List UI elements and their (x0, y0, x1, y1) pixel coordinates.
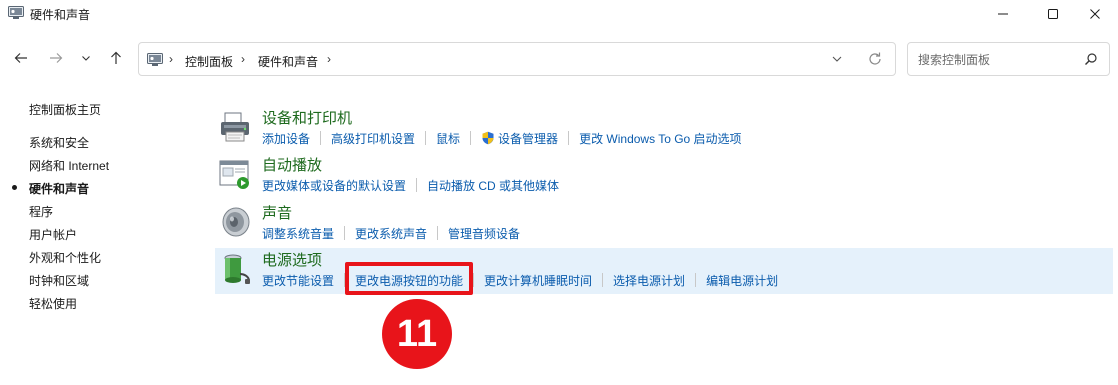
breadcrumb-separator[interactable]: › (169, 52, 173, 66)
sidebar-item-hardware-sound[interactable]: 硬件和声音 (29, 180, 89, 197)
category-links: 调整系统音量 更改系统声音 管理音频设备 (262, 225, 520, 241)
close-icon (1090, 9, 1100, 19)
breadcrumb-hardware-sound[interactable]: 硬件和声音 (258, 53, 318, 70)
category-sound: 声音 调整系统音量 更改系统声音 管理音频设备 (215, 201, 1113, 247)
sidebar-item-system-security[interactable]: 系统和安全 (29, 134, 89, 151)
forward-button[interactable] (44, 46, 68, 70)
chevron-down-icon[interactable] (831, 53, 843, 65)
link-adjust-volume[interactable]: 调整系统音量 (262, 225, 334, 242)
category-links: 更改媒体或设备的默认设置 自动播放 CD 或其他媒体 (262, 177, 559, 193)
link-divider (602, 273, 604, 287)
step-number-badge: 11 (382, 299, 452, 369)
arrow-left-icon (14, 53, 27, 63)
sidebar-item-network[interactable]: 网络和 Internet (29, 157, 109, 174)
arrow-right-icon (50, 53, 63, 63)
control-panel-icon (147, 53, 163, 66)
address-bar[interactable]: › 控制面板 › 硬件和声音 › (138, 42, 896, 76)
link-choose-power-plan[interactable]: 选择电源计划 (613, 272, 685, 289)
sidebar-item-ease-of-access[interactable]: 轻松使用 (29, 295, 77, 312)
sidebar-item-home[interactable]: 控制面板主页 (29, 101, 101, 118)
step-number: 11 (396, 312, 438, 355)
printer-icon (221, 112, 249, 142)
link-divider (568, 131, 570, 145)
link-divider (473, 273, 475, 287)
link-change-power-saving[interactable]: 更改节能设置 (262, 272, 334, 289)
maximize-button[interactable] (1030, 0, 1076, 28)
search-box[interactable] (907, 42, 1110, 76)
battery-icon (224, 254, 250, 284)
recent-locations-button[interactable] (74, 46, 98, 70)
link-manage-audio-devices[interactable]: 管理音频设备 (448, 225, 520, 242)
link-divider (425, 131, 427, 145)
link-divider (416, 178, 418, 192)
link-divider (470, 131, 472, 145)
refresh-icon[interactable] (867, 51, 883, 67)
control-panel-icon (8, 6, 24, 19)
category-links: 添加设备 高级打印机设置 鼠标 设备管理器 更改 Windows To Go 启… (262, 130, 742, 146)
category-autoplay: 自动播放 更改媒体或设备的默认设置 自动播放 CD 或其他媒体 (215, 153, 1113, 199)
link-autoplay-cd[interactable]: 自动播放 CD 或其他媒体 (427, 177, 559, 194)
link-divider (320, 131, 322, 145)
category-heading[interactable]: 自动播放 (262, 154, 322, 175)
link-divider (437, 226, 439, 240)
search-input[interactable] (918, 51, 1078, 69)
autoplay-icon (219, 160, 249, 189)
link-windows-to-go[interactable]: 更改 Windows To Go 启动选项 (579, 130, 741, 147)
breadcrumb-separator[interactable]: › (241, 52, 245, 66)
link-edit-power-plan[interactable]: 编辑电源计划 (706, 272, 778, 289)
up-button[interactable] (104, 46, 128, 70)
category-devices-printers: 设备和打印机 添加设备 高级打印机设置 鼠标 设备管理器 更改 Windows … (215, 106, 1113, 152)
sidebar-item-appearance[interactable]: 外观和个性化 (29, 249, 101, 266)
current-indicator-dot (12, 185, 17, 190)
minimize-button[interactable] (980, 0, 1026, 28)
sidebar-item-user-accounts[interactable]: 用户帐户 (29, 226, 77, 243)
close-button[interactable] (1072, 0, 1118, 28)
link-advanced-printer-setup[interactable]: 高级打印机设置 (331, 130, 415, 147)
title-bar: 硬件和声音 (0, 0, 1118, 28)
link-device-manager[interactable]: 设备管理器 (498, 130, 558, 147)
category-links: 更改节能设置 更改电源按钮的功能 更改计算机睡眠时间 选择电源计划 编辑电源计划 (262, 272, 778, 288)
breadcrumb-control-panel[interactable]: 控制面板 (185, 53, 233, 70)
link-change-system-sounds[interactable]: 更改系统声音 (355, 225, 427, 242)
sidebar-item-programs[interactable]: 程序 (29, 203, 53, 220)
back-button[interactable] (9, 46, 33, 70)
arrow-up-icon (111, 51, 121, 64)
sidebar-item-clock-region[interactable]: 时钟和区域 (29, 272, 89, 289)
chevron-down-icon (82, 56, 90, 61)
search-icon[interactable] (1084, 52, 1098, 66)
category-heading[interactable]: 电源选项 (262, 249, 322, 270)
link-change-sleep-time[interactable]: 更改计算机睡眠时间 (484, 272, 592, 289)
highlight-box (345, 262, 473, 295)
uac-shield-icon (482, 131, 494, 145)
link-change-media-defaults[interactable]: 更改媒体或设备的默认设置 (262, 177, 406, 194)
window-title: 硬件和声音 (30, 8, 91, 22)
minimize-icon (998, 13, 1008, 15)
maximize-icon (1048, 9, 1058, 19)
link-mouse[interactable]: 鼠标 (436, 130, 460, 147)
link-add-device[interactable]: 添加设备 (262, 130, 310, 147)
link-divider (344, 226, 346, 240)
link-divider (695, 273, 697, 287)
speaker-icon (222, 207, 250, 237)
category-heading[interactable]: 声音 (262, 202, 292, 223)
category-heading[interactable]: 设备和打印机 (262, 107, 352, 128)
breadcrumb-separator[interactable]: › (327, 52, 331, 66)
navigation-bar: › 控制面板 › 硬件和声音 › (0, 38, 1118, 78)
